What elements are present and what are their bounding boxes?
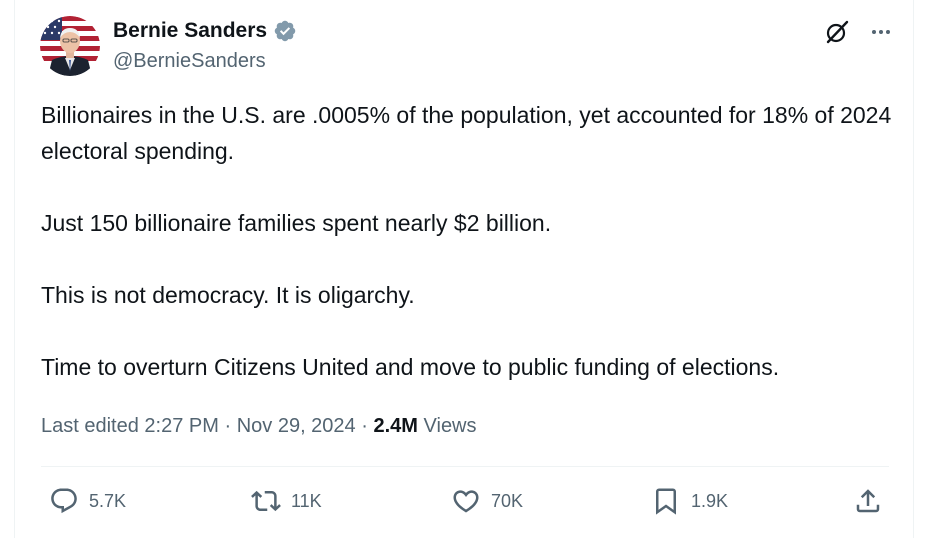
author-handle[interactable]: @BernieSanders <box>113 48 266 74</box>
grok-icon[interactable] <box>823 18 851 46</box>
repost-button[interactable]: 11K <box>251 486 322 516</box>
verified-badge-icon[interactable] <box>273 19 297 43</box>
divider <box>41 466 889 467</box>
tweet-text: Billionaires in the U.S. are .0005% of t… <box>41 97 901 385</box>
meta-separator: · <box>224 415 232 437</box>
action-bar: 5.7K 11K 70K 1.9K <box>15 486 915 522</box>
repost-icon <box>251 486 281 516</box>
share-button[interactable] <box>853 486 883 516</box>
bookmark-icon <box>651 486 681 516</box>
tweet-paragraph: Billionaires in the U.S. are .0005% of t… <box>41 102 892 164</box>
tweet-paragraph: Time to overturn Citizens United and mov… <box>41 354 780 380</box>
author-name-row: Bernie Sanders <box>113 18 297 44</box>
reply-icon <box>49 486 79 516</box>
like-button[interactable]: 70K <box>451 486 523 516</box>
tweet-date[interactable]: Nov 29, 2024 <box>237 415 356 437</box>
reply-count: 5.7K <box>89 490 127 511</box>
top-actions <box>823 18 893 46</box>
bookmark-button[interactable]: 1.9K <box>651 486 728 516</box>
tweet-paragraph: Just 150 billionaire families spent near… <box>41 210 552 236</box>
tweet-meta: Last edited 2:27 PM · Nov 29, 2024 · 2.4… <box>41 412 477 440</box>
edited-label[interactable]: Last edited <box>41 415 139 437</box>
author-display-name[interactable]: Bernie Sanders <box>113 18 267 44</box>
more-dots-icon[interactable] <box>869 20 893 44</box>
profile-photo <box>40 16 100 76</box>
avatar[interactable] <box>40 16 100 76</box>
views-count[interactable]: 2.4M <box>373 415 417 437</box>
bookmark-count: 1.9K <box>691 490 729 511</box>
repost-count: 11K <box>291 490 322 511</box>
tweet-paragraph: This is not democracy. It is oligarchy. <box>41 282 415 308</box>
tweet-time[interactable]: 2:27 PM <box>144 415 218 437</box>
like-count: 70K <box>491 490 524 511</box>
meta-separator: · <box>361 415 368 437</box>
heart-icon <box>451 486 481 516</box>
tweet-card: Bernie Sanders @BernieSanders Billionair… <box>14 0 914 538</box>
views-label[interactable]: Views <box>424 415 477 437</box>
share-icon <box>853 486 883 516</box>
reply-button[interactable]: 5.7K <box>49 486 126 516</box>
